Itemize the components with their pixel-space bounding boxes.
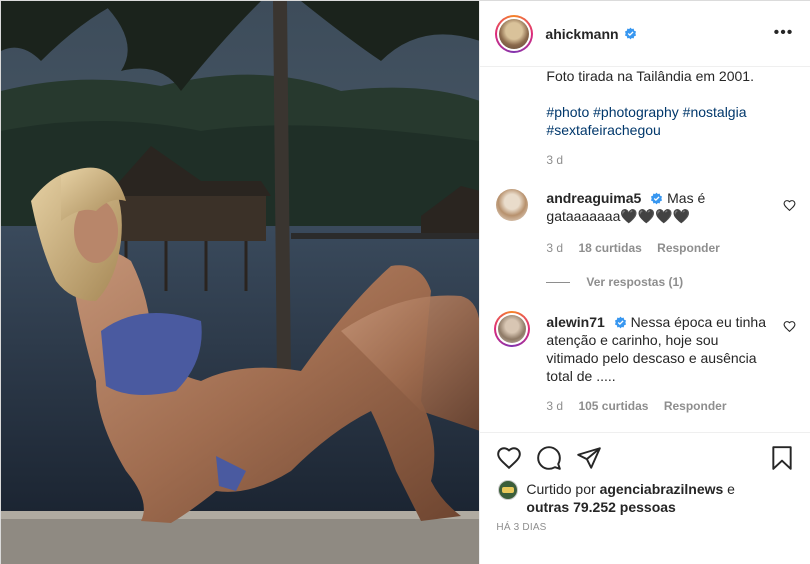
author-avatar[interactable] xyxy=(495,14,534,53)
instagram-post: ahickmann ••• Foto tirada na Tailândia e… xyxy=(0,0,810,564)
post-header: ahickmann ••• xyxy=(480,1,810,67)
verified-badge-icon xyxy=(624,27,636,40)
commenter-username[interactable]: andreaguima5 xyxy=(546,190,641,206)
likes-others-count[interactable]: outras 79.252 pessoas xyxy=(526,499,675,515)
post-actions-bar: Curtido por agenciabrazilnews e outras 7… xyxy=(480,432,810,564)
verified-badge-icon xyxy=(651,192,663,205)
replies-divider xyxy=(546,281,571,283)
likes-text: Curtido por agenciabrazilnews e outras 7… xyxy=(526,480,766,516)
liker-username[interactable]: agenciabrazilnews xyxy=(600,481,724,497)
commenter-avatar[interactable] xyxy=(496,189,529,221)
commenter-avatar[interactable] xyxy=(494,311,531,347)
post-photo[interactable] xyxy=(1,1,480,564)
heart-icon[interactable] xyxy=(496,445,522,471)
comment-meta: 3 d 18 curtidas Responder xyxy=(546,241,731,255)
caption-hashtags: #photo #photography #nostalgia #sextafei… xyxy=(546,103,796,139)
share-icon[interactable] xyxy=(576,445,602,471)
view-replies-label: Ver respostas (1) xyxy=(586,275,684,289)
more-options-icon[interactable]: ••• xyxy=(774,25,794,41)
comment-time[interactable]: 3 d xyxy=(546,399,563,413)
bookmark-icon[interactable] xyxy=(769,445,795,471)
comment-meta: 3 d 105 curtidas Responder xyxy=(546,399,738,413)
liker-avatar[interactable] xyxy=(498,480,519,500)
reply-button[interactable]: Responder xyxy=(664,399,727,413)
photo-illustration xyxy=(1,1,480,564)
like-comment-heart-icon[interactable] xyxy=(783,320,796,333)
caption-line: Foto tirada na Tailândia em 2001. xyxy=(546,68,754,84)
comment-icon[interactable] xyxy=(536,445,562,471)
comment-time[interactable]: 3 d xyxy=(546,241,563,255)
hashtag-link[interactable]: #nostalgia xyxy=(683,104,747,120)
view-replies-button[interactable]: Ver respostas (1) xyxy=(546,275,683,289)
comment-likes[interactable]: 105 curtidas xyxy=(578,399,648,413)
hashtag-link[interactable]: #photography xyxy=(593,104,679,120)
likes-summary: Curtido por agenciabrazilnews e outras 7… xyxy=(498,480,766,516)
commenter-username[interactable]: alewin71 xyxy=(546,314,604,330)
author-username[interactable]: ahickmann xyxy=(545,26,618,42)
post-side-panel: ahickmann ••• Foto tirada na Tailândia e… xyxy=(479,1,810,564)
caption-time[interactable]: 3 d xyxy=(546,153,563,167)
comment-item: andreaguima5 Mas é gataaaaaaa🖤🖤🖤🖤 3 d 18… xyxy=(496,189,796,299)
comments-section[interactable]: Foto tirada na Tailândia em 2001. #photo… xyxy=(480,67,810,432)
reply-button[interactable]: Responder xyxy=(657,241,720,255)
comment-item: alewin71 Nessa época eu tinha atenção e … xyxy=(494,311,796,423)
verified-badge-icon xyxy=(614,316,626,329)
comment-likes[interactable]: 18 curtidas xyxy=(578,241,641,255)
likes-prefix: Curtido por xyxy=(526,481,596,497)
comment-text-block: andreaguima5 Mas é gataaaaaaa🖤🖤🖤🖤 xyxy=(546,189,766,225)
post-date[interactable]: HÁ 3 DIAS xyxy=(496,522,546,533)
likes-connector: e xyxy=(727,481,735,497)
comment-text-block: alewin71 Nessa época eu tinha atenção e … xyxy=(546,313,766,385)
like-comment-heart-icon[interactable] xyxy=(783,199,796,212)
hashtag-link[interactable]: #photo xyxy=(546,104,589,120)
hashtag-link[interactable]: #sextafeirachegou xyxy=(546,122,660,138)
